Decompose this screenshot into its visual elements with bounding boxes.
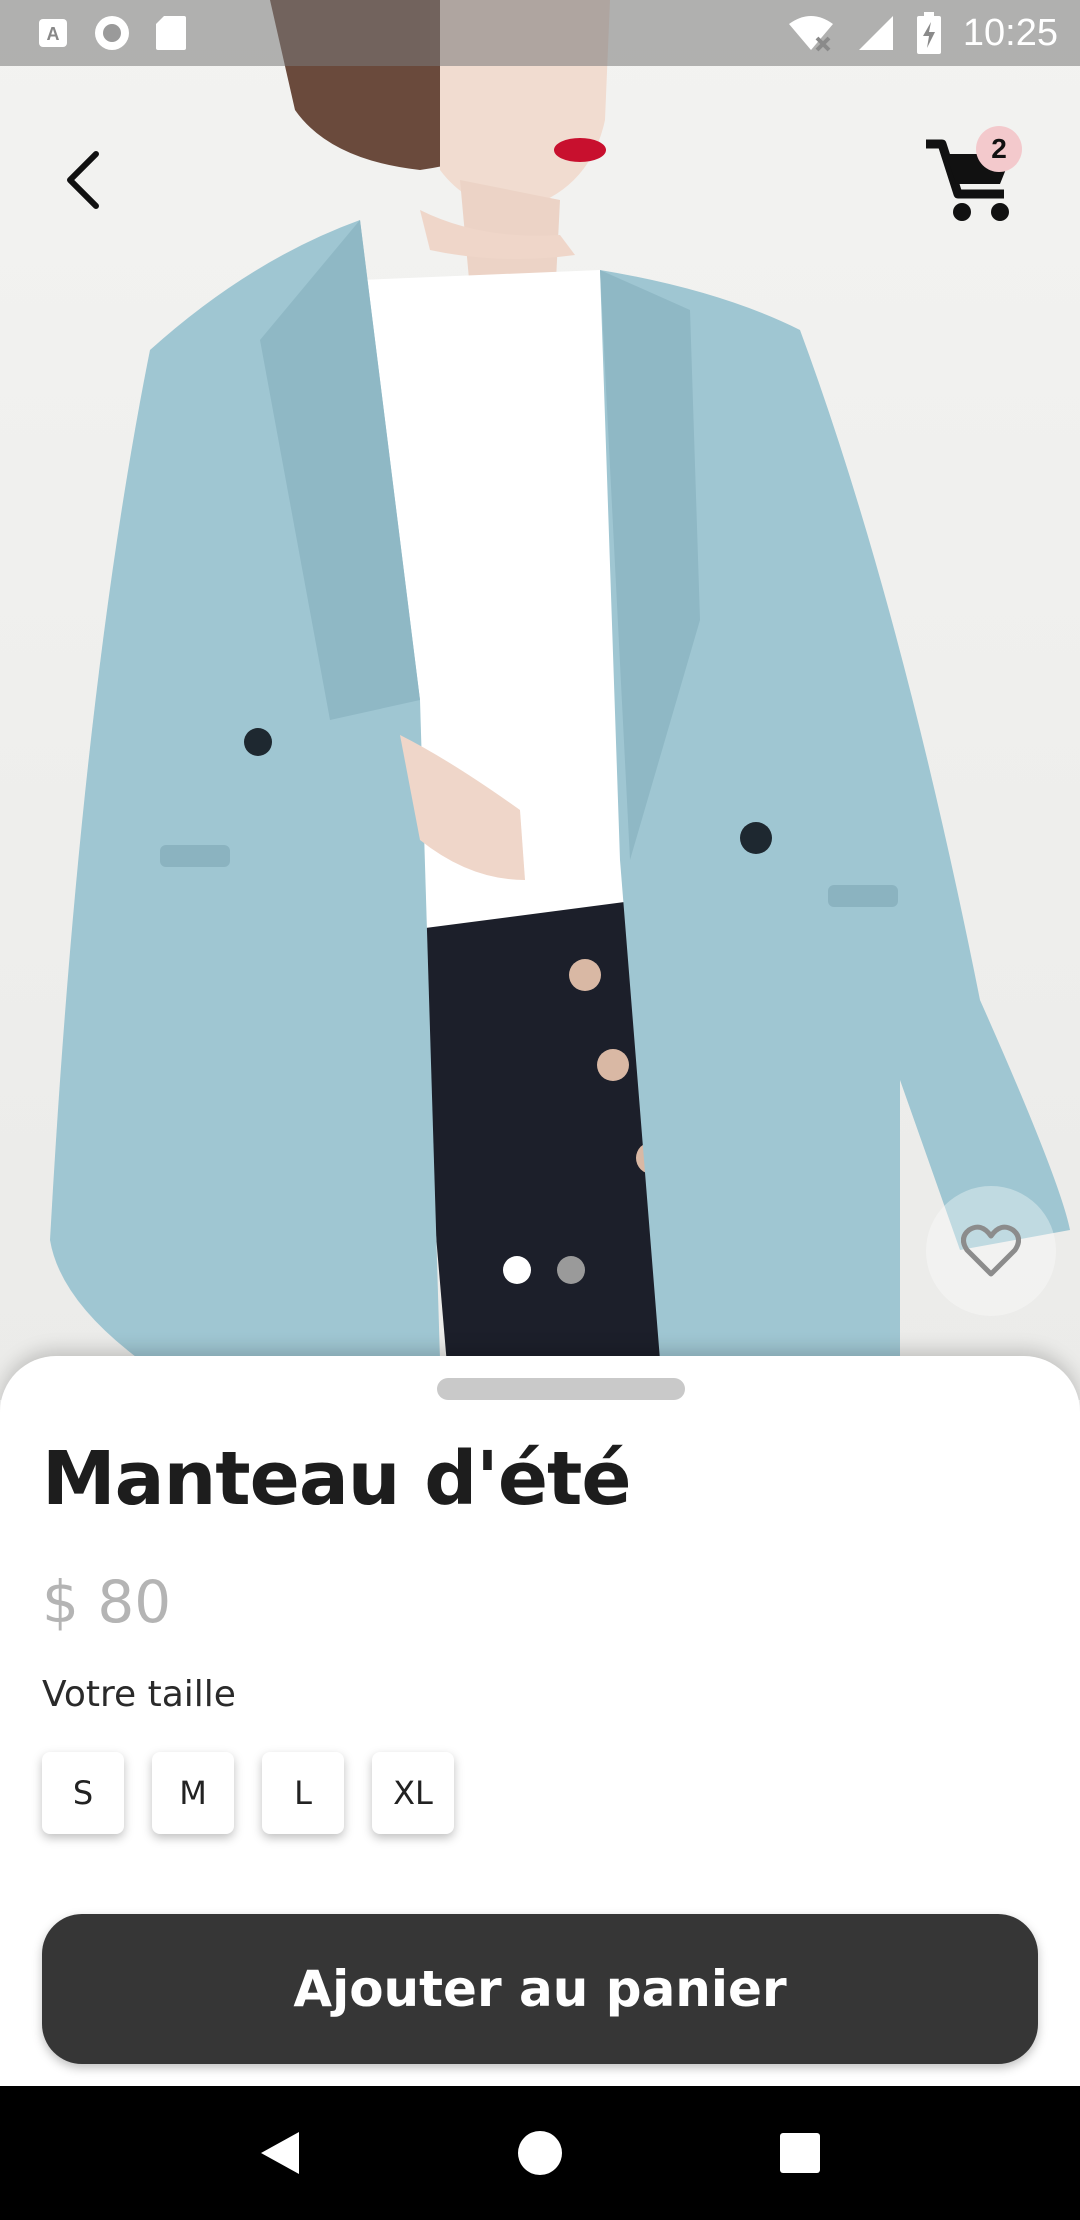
heart-outline-icon xyxy=(961,1224,1021,1277)
product-details-sheet: Manteau d'été $ 80 Votre taille S M L XL… xyxy=(0,1356,1080,2086)
circle-icon xyxy=(92,13,132,53)
chevron-left-icon xyxy=(67,151,99,209)
system-nav-bar xyxy=(0,2086,1080,2220)
nav-home-button[interactable] xyxy=(495,2108,585,2198)
sheet-drag-handle[interactable] xyxy=(437,1378,685,1400)
product-detail-screen: A 10:25 2 Manteau d'été $ 80 Votre taill… xyxy=(0,0,1080,2220)
size-option-m[interactable]: M xyxy=(152,1752,234,1834)
size-selector: S M L XL xyxy=(42,1752,454,1834)
size-label: Votre taille xyxy=(42,1674,236,1715)
image-pager-dots xyxy=(0,1256,1080,1284)
nav-back-button[interactable] xyxy=(235,2108,325,2198)
status-time: 10:25 xyxy=(962,11,1058,54)
product-image[interactable] xyxy=(0,0,1080,1400)
size-option-l[interactable]: L xyxy=(262,1752,344,1834)
sd-card-icon xyxy=(154,14,188,52)
product-price: $ 80 xyxy=(42,1568,172,1636)
status-left-icons: A xyxy=(36,13,188,53)
status-right-icons: 10:25 xyxy=(787,12,1058,55)
cart-count-badge: 2 xyxy=(976,126,1022,172)
favorite-button[interactable] xyxy=(926,1186,1056,1316)
add-to-cart-button[interactable]: Ajouter au panier xyxy=(42,1914,1038,2064)
status-bar: A 10:25 xyxy=(0,0,1080,66)
wifi-off-icon xyxy=(787,14,835,52)
size-option-s[interactable]: S xyxy=(42,1752,124,1834)
signal-icon xyxy=(857,14,895,52)
nav-home-icon xyxy=(518,2131,562,2175)
nav-recents-icon xyxy=(780,2133,820,2173)
nav-back-icon xyxy=(261,2132,299,2174)
nav-recents-button[interactable] xyxy=(755,2108,845,2198)
keyboard-icon: A xyxy=(36,16,70,50)
pager-dot-1[interactable] xyxy=(503,1256,531,1284)
product-image-illustration xyxy=(50,0,1070,1400)
svg-text:A: A xyxy=(47,24,60,44)
battery-charging-icon xyxy=(916,12,941,54)
product-title: Manteau d'été xyxy=(42,1436,632,1522)
back-button[interactable] xyxy=(50,140,114,220)
pager-dot-2[interactable] xyxy=(557,1256,585,1284)
size-option-xl[interactable]: XL xyxy=(372,1752,454,1834)
